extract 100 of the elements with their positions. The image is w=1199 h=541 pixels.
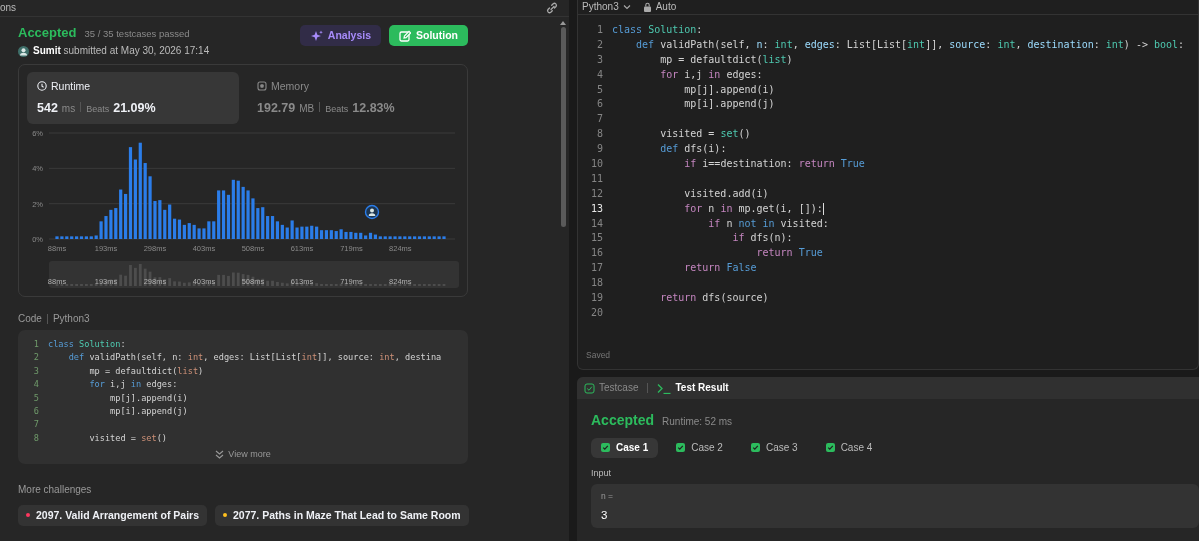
- code-line: if dfs(n):: [731, 231, 793, 246]
- section-title: More challenges: [18, 484, 93, 497]
- sparkle-icon: [309, 29, 323, 42]
- line-number: 16: [589, 246, 604, 261]
- code-line: visited = set(): [659, 127, 751, 142]
- code-line: mp[j].append(i): [109, 391, 188, 405]
- link-icon: [545, 1, 559, 15]
- chevrons-down-icon: [215, 450, 225, 460]
- line-number: 5: [595, 82, 604, 97]
- terminal-icon: [657, 382, 672, 394]
- mode-label: Auto: [655, 0, 677, 14]
- line-number: 20: [589, 305, 604, 320]
- line-number: 15: [589, 231, 604, 246]
- case-tab[interactable]: Case 4: [815, 437, 883, 458]
- code-line: mp[i].append(j): [109, 404, 188, 418]
- code-line: for n in mp.get(i, []):: [683, 201, 824, 217]
- save-status: Saved: [585, 350, 612, 363]
- check-icon: [601, 443, 610, 453]
- challenge-chip[interactable]: 2077. Paths in Maze That Lead to Same Room: [215, 504, 469, 526]
- language-dropdown[interactable]: Python3: [582, 0, 631, 14]
- checkbox-icon: [584, 382, 595, 394]
- line-number: 4: [32, 378, 40, 392]
- scroll-up-icon: [560, 21, 566, 25]
- stat-unit: ms: [61, 102, 76, 116]
- input-label: Input: [591, 468, 613, 480]
- stat-label: Runtime: [51, 79, 91, 93]
- avatar-icon: [18, 46, 29, 57]
- code-line: return False: [683, 261, 757, 276]
- beats-value: 12.83%: [352, 100, 395, 117]
- code-line: if n not in visited:: [707, 216, 829, 231]
- line-number: 8: [32, 431, 40, 445]
- avatar-marker: [364, 204, 380, 219]
- stat-tile[interactable]: Memory 192.79 MB Beats 12.83%: [247, 71, 459, 124]
- submission-info: Sumit submitted at May 30, 2026 17:14: [33, 45, 210, 58]
- code-line: mp[j].append(i): [683, 82, 775, 97]
- chip-icon: [257, 81, 267, 92]
- beats-label: Beats: [325, 103, 349, 116]
- line-number: 9: [595, 142, 604, 157]
- code-line: mp[i].append(j): [683, 97, 775, 112]
- code-line: visited = set(): [88, 431, 168, 445]
- clock-icon: [37, 81, 47, 92]
- text-cursor: [822, 202, 824, 215]
- check-icon: [750, 443, 760, 453]
- case-tab[interactable]: Case 2: [666, 437, 733, 458]
- line-number: 14: [589, 216, 604, 231]
- code-editor[interactable]: [577, 0, 1199, 370]
- line-number: 12: [589, 186, 604, 201]
- code-line: visited.add(i): [683, 186, 769, 201]
- line-number: 7: [595, 112, 604, 127]
- stat-value: 542: [37, 100, 58, 117]
- input-value: 3: [601, 507, 609, 523]
- code-line: return dfs(source): [659, 291, 769, 306]
- line-number: 1: [32, 338, 40, 351]
- code-label: Code: [18, 312, 42, 325]
- stat-tile[interactable]: Runtime 542 ms Beats 21.09%: [27, 71, 239, 124]
- line-number: 3: [595, 52, 604, 67]
- testcases-text: 35 / 35 testcases passed: [84, 28, 190, 40]
- beats-value: 21.09%: [113, 100, 156, 117]
- edit-icon: [399, 29, 411, 42]
- check-icon: [825, 443, 835, 453]
- status-text: Accepted: [591, 412, 655, 430]
- line-number: 8: [595, 127, 604, 142]
- lock-icon: [642, 2, 652, 12]
- line-number: 17: [589, 261, 604, 276]
- code-line: mp = defaultdict(list): [88, 364, 204, 378]
- case-tab[interactable]: Case 1: [591, 437, 659, 458]
- language-label: Python3: [52, 312, 90, 325]
- line-number: 2: [595, 37, 604, 52]
- line-number: 11: [589, 171, 604, 186]
- line-number: 19: [589, 291, 604, 306]
- line-number: 1: [595, 23, 604, 37]
- line-number: 5: [32, 391, 40, 405]
- beats-label: Beats: [86, 103, 110, 116]
- chevron-down-icon: [622, 4, 631, 10]
- panel-tab[interactable]: Testcase: [584, 381, 639, 395]
- stat-label: Memory: [271, 79, 309, 93]
- line-number: 3: [32, 364, 40, 378]
- line-number: 13: [589, 201, 604, 216]
- check-icon: [676, 443, 686, 453]
- case-tab[interactable]: Case 3: [740, 437, 808, 458]
- code-line: def validPath(self, n: int, edges: List[List[int]], source: int, destina: [67, 351, 442, 365]
- tab-label[interactable]: ons: [0, 1, 17, 15]
- view-more-button[interactable]: View more: [215, 449, 271, 461]
- runtime-text: Runtime: 52 ms: [662, 416, 733, 429]
- line-number: 2: [32, 351, 40, 365]
- challenge-chip[interactable]: 2097. Valid Arrangement of Pairs: [18, 504, 207, 526]
- code-line: for i,j in edges:: [88, 378, 178, 392]
- panel-tab[interactable]: Test Result: [657, 381, 729, 395]
- line-number: 6: [32, 404, 40, 418]
- code-line: def validPath(self, n: int, edges: List[List[int]], source: int, destination: int) -> bool:: [635, 37, 1185, 52]
- input-name: n =: [601, 491, 615, 502]
- line-number: 7: [32, 418, 40, 432]
- code-line: class Solution:: [612, 23, 703, 37]
- code-line: return True: [755, 246, 823, 261]
- stat-value: 192.79: [257, 100, 296, 117]
- code-line: class Solution:: [48, 338, 126, 351]
- stat-unit: MB: [299, 102, 315, 116]
- analysis-button[interactable]: Analysis: [299, 25, 381, 47]
- code-line: mp = defaultdict(list): [659, 52, 793, 67]
- code-line: def dfs(i):: [659, 142, 727, 157]
